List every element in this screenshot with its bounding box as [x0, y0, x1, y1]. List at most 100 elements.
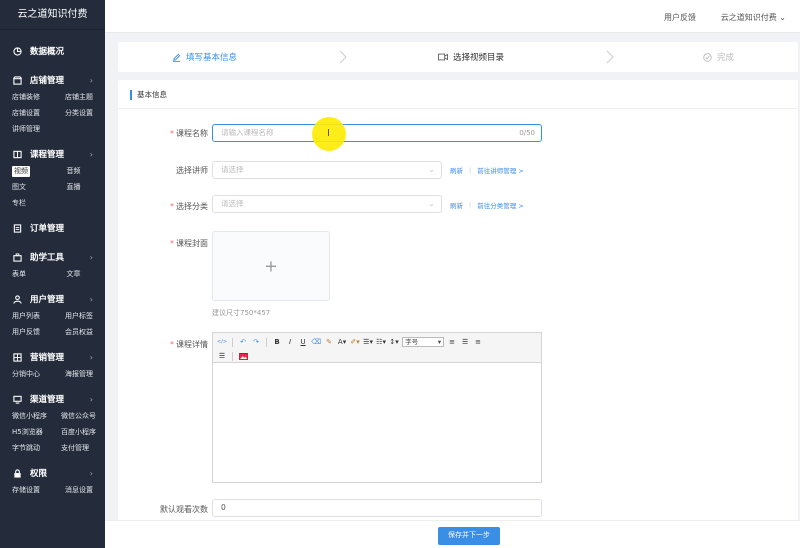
- redo-icon[interactable]: ↷: [251, 337, 261, 348]
- rich-text-editor[interactable]: </> ↶ ↷ B I U ⌫ ✎ A▾ ✐▾ ☰▾ ☷▾ ↕▾ 字号 ▾ ≡ ☰…: [212, 332, 542, 483]
- nav-tools-label: 助学工具: [30, 253, 65, 263]
- sidebar-item-decoration[interactable]: 店铺装修: [12, 89, 51, 105]
- lecturer-manage-link[interactable]: 前往讲师管理 >: [477, 165, 524, 175]
- sidebar-item-user-list[interactable]: 用户列表: [12, 308, 51, 324]
- justify-icon[interactable]: ☰: [217, 351, 227, 362]
- nav-group-permissions: 权限 › 存储设置 消息设置: [0, 456, 105, 498]
- sidebar-item-article[interactable]: 图文: [12, 179, 53, 195]
- sidebar-item-posters[interactable]: 海报管理: [51, 366, 93, 382]
- image-icon[interactable]: [238, 351, 248, 362]
- sidebar-item-column[interactable]: 专栏: [12, 195, 53, 211]
- nav-users[interactable]: 用户管理 ›: [0, 290, 105, 308]
- nav-course[interactable]: 课程管理 ›: [0, 145, 105, 163]
- cover-label: * 课程封面: [170, 239, 208, 248]
- brand-title: 云之道知识付费: [0, 0, 105, 30]
- undo-icon[interactable]: ↶: [238, 337, 248, 348]
- sidebar-item-baidu-mini[interactable]: 百度小程序: [47, 424, 96, 440]
- step-video-directory: 选择视频目录: [438, 51, 504, 63]
- sidebar-item-member-benefits[interactable]: 会员权益: [51, 324, 93, 340]
- chevron-right-icon: ›: [89, 468, 93, 478]
- save-next-button[interactable]: 保存并下一步: [438, 527, 500, 545]
- lecturer-select[interactable]: 请选择 ⌄: [212, 161, 442, 179]
- nav-group-orders: 订单管理: [0, 211, 105, 237]
- font-size-select[interactable]: 字号 ▾: [402, 337, 445, 347]
- book-icon: [12, 149, 22, 159]
- category-select[interactable]: 请选择 ⌄: [212, 195, 442, 213]
- sidebar-item-user-tags[interactable]: 用户标签: [51, 308, 93, 324]
- line-height-icon[interactable]: ↕▾: [389, 337, 399, 348]
- course-name-label: * 课程名称: [170, 129, 208, 138]
- video-icon: [438, 53, 448, 61]
- sidebar-item-store-settings[interactable]: 店铺设置: [12, 105, 51, 121]
- bold-icon[interactable]: B: [272, 337, 282, 348]
- sidebar-item-wechat-official[interactable]: 微信公众号: [47, 408, 96, 424]
- italic-icon[interactable]: I: [285, 337, 295, 348]
- views-input[interactable]: 0: [212, 499, 542, 517]
- sidebar-item-video[interactable]: 视频: [12, 166, 30, 177]
- align-right-icon[interactable]: ≡: [473, 337, 483, 348]
- lock-icon: [12, 468, 22, 478]
- sidebar-item-lecturers[interactable]: 讲师管理: [12, 121, 51, 137]
- eraser-icon[interactable]: ⌫: [311, 337, 321, 348]
- chevron-down-icon: ⌄: [779, 13, 786, 22]
- sidebar-item-category-settings[interactable]: 分类设置: [51, 105, 93, 121]
- nav-orders[interactable]: 订单管理: [0, 219, 105, 237]
- nav-group-course: 课程管理 › 视频 音频 图文 直播 专栏: [0, 137, 105, 211]
- nav-store[interactable]: 店铺管理 ›: [0, 71, 105, 89]
- nav-permissions[interactable]: 权限 ›: [0, 464, 105, 482]
- sidebar-item-articles[interactable]: 文章: [53, 266, 94, 282]
- sidebar-item-theme[interactable]: 店铺主题: [51, 89, 93, 105]
- underline-icon[interactable]: U: [298, 337, 308, 348]
- html-source-icon[interactable]: </>: [217, 337, 227, 348]
- sidebar-item-forms[interactable]: 表单: [12, 266, 53, 282]
- sidebar-item-storage[interactable]: 存储设置: [12, 482, 51, 498]
- highlight-icon[interactable]: ✐▾: [350, 337, 360, 348]
- align-center-icon[interactable]: ☰: [460, 337, 470, 348]
- sidebar-item-live[interactable]: 直播: [53, 179, 94, 195]
- step-video-directory-label: 选择视频目录: [453, 53, 505, 63]
- nav-users-sub: 用户列表 用户标签 用户反馈 会员权益: [0, 308, 105, 340]
- nav-overview[interactable]: 数据概况: [0, 42, 105, 60]
- course-name-placeholder: 请输入课程名称: [221, 128, 274, 137]
- sidebar-item-distribution[interactable]: 分销中心: [12, 366, 51, 382]
- cover-upload[interactable]: +: [212, 231, 330, 301]
- align-left-icon[interactable]: ≡: [447, 337, 457, 348]
- category-label: * 选择分类: [170, 202, 208, 211]
- chevron-down-icon: ⌄: [428, 199, 435, 208]
- chevron-right-icon: ›: [89, 394, 93, 404]
- user-menu[interactable]: 云之道知识付费 ⌄: [721, 12, 786, 23]
- detail-label: * 课程详情: [170, 340, 208, 349]
- nav-store-label: 店铺管理: [30, 76, 65, 86]
- unordered-list-icon[interactable]: ☷▾: [376, 337, 386, 348]
- nav-tools[interactable]: 助学工具 ›: [0, 248, 105, 266]
- feedback-link[interactable]: 用户反馈: [664, 12, 696, 23]
- nav-permissions-sub: 存储设置 消息设置: [0, 482, 105, 498]
- step-basic-info-label: 填写基本信息: [186, 53, 238, 63]
- category-links: 刷新 | 前往分类管理 >: [450, 200, 524, 210]
- sidebar-item-user-feedback[interactable]: 用户反馈: [12, 324, 51, 340]
- nav-marketing[interactable]: 营销管理 ›: [0, 348, 105, 366]
- order-icon: [12, 223, 22, 233]
- nav-channels[interactable]: 渠道管理 ›: [0, 390, 105, 408]
- category-refresh-link[interactable]: 刷新: [450, 200, 463, 210]
- sidebar-item-messages[interactable]: 消息设置: [51, 482, 93, 498]
- nav-channels-sub: 微信小程序 微信公众号 H5浏览器 百度小程序 字节跳动 支付管理: [0, 408, 105, 456]
- check-circle-icon: [703, 52, 712, 62]
- nav-group-tools: 助学工具 › 表单 文章: [0, 237, 105, 282]
- sidebar-item-bytedance[interactable]: 字节跳动: [12, 440, 47, 456]
- course-name-input[interactable]: 请输入课程名称 0/50: [212, 124, 542, 142]
- sidebar-item-wechat-mini[interactable]: 微信小程序: [12, 408, 47, 424]
- sidebar-item-payment[interactable]: 支付管理: [47, 440, 96, 456]
- format-painter-icon[interactable]: ✎: [324, 337, 334, 348]
- lecturer-refresh-link[interactable]: 刷新: [450, 165, 463, 175]
- ordered-list-icon[interactable]: ☰▾: [363, 337, 373, 348]
- sidebar-item-h5[interactable]: H5浏览器: [12, 424, 47, 440]
- font-color-icon[interactable]: A▾: [337, 337, 347, 348]
- step-complete: 完成: [703, 51, 734, 63]
- store-icon: [12, 75, 22, 85]
- category-manage-link[interactable]: 前往分类管理 >: [477, 200, 524, 210]
- nav-group-users: 用户管理 › 用户列表 用户标签 用户反馈 会员权益: [0, 282, 105, 340]
- edit-icon: [172, 53, 181, 62]
- sidebar-item-audio[interactable]: 音频: [53, 163, 94, 179]
- chevron-right-icon: ›: [89, 294, 93, 304]
